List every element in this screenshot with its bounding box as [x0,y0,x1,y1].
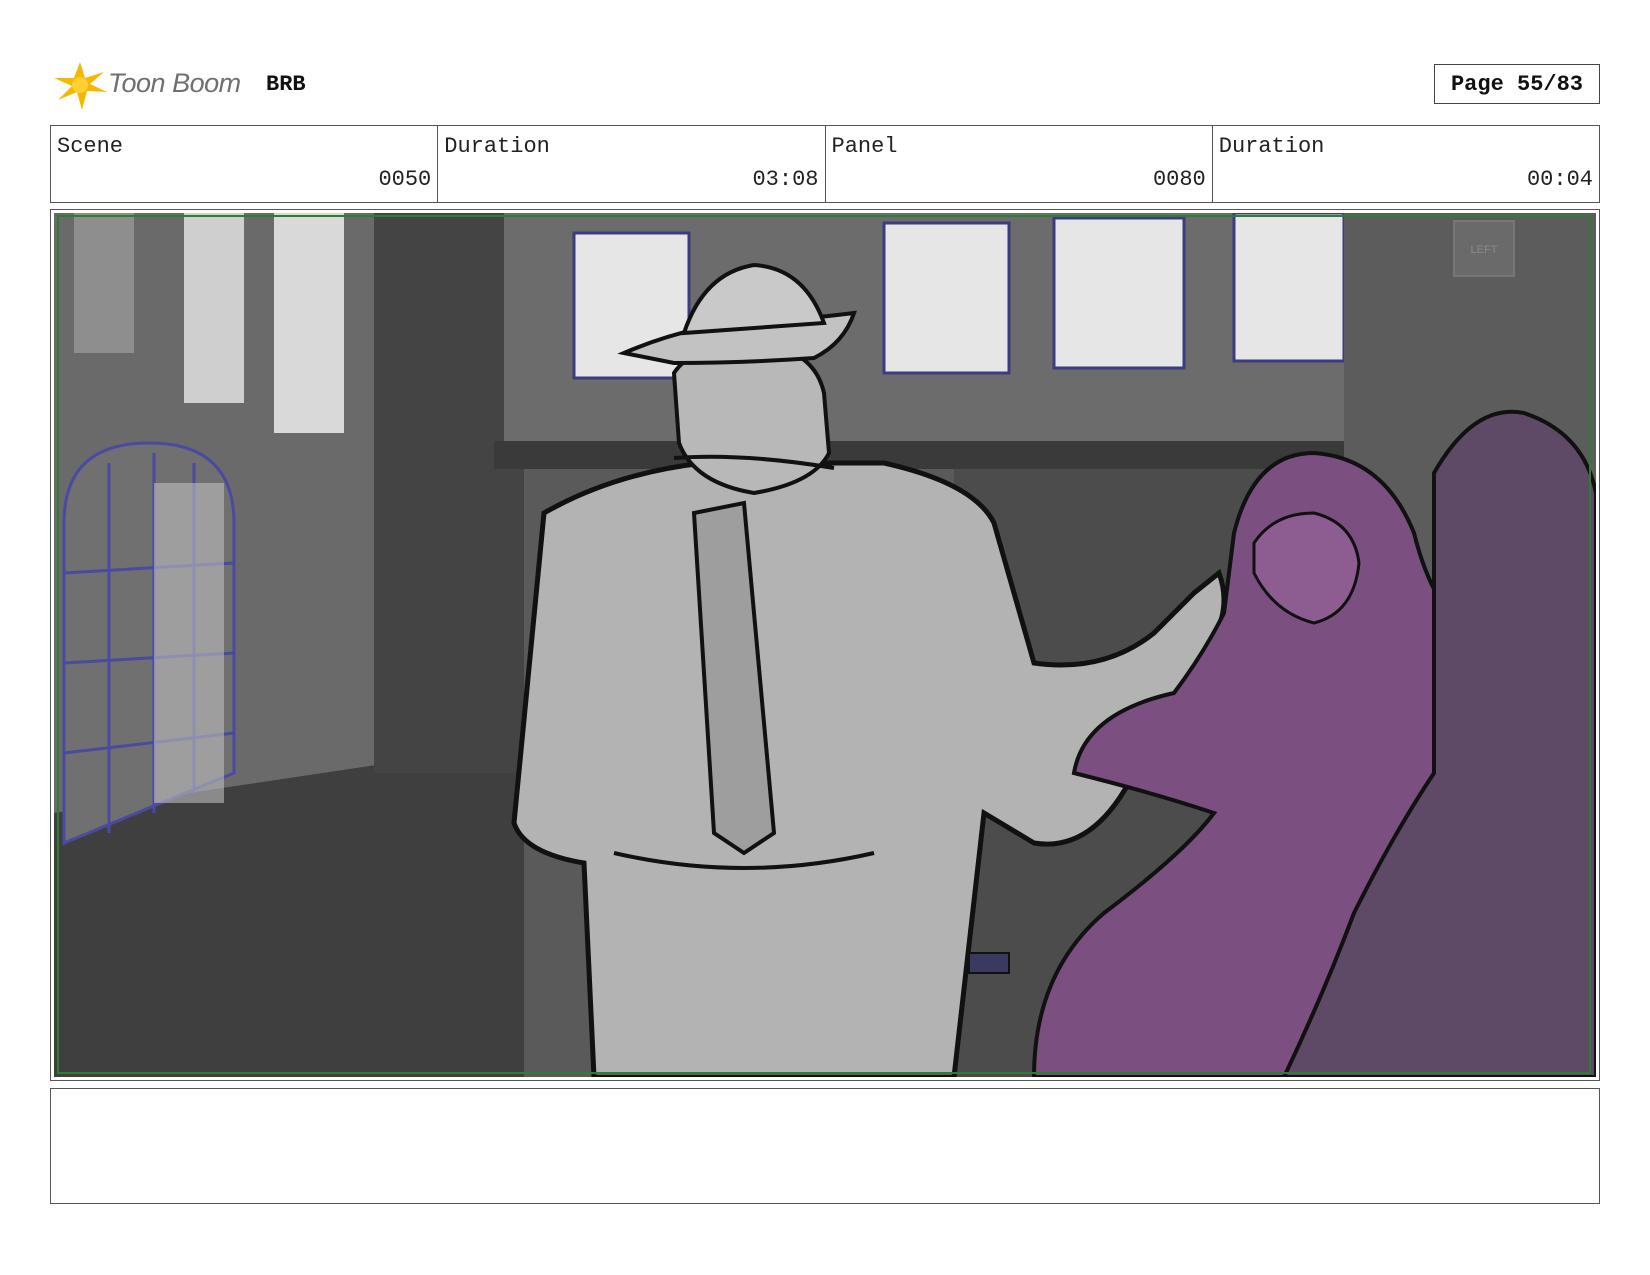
scene-duration-value: 03:08 [752,167,819,192]
panel-info-table: Scene 0050 Duration 03:08 Panel 0080 Dur… [50,125,1600,203]
panel-cell: Panel 0080 [824,126,1212,202]
panel-notes-box [50,1088,1600,1204]
stanchion-base [968,952,1010,974]
project-name: BRB [266,72,306,97]
scene-value: 0050 [378,167,432,192]
storyboard-panel-image: LEFT [54,213,1596,1077]
man-head [671,340,832,496]
starburst-icon [54,62,107,110]
window-light [154,483,224,803]
left-sign-text: LEFT [1471,244,1498,256]
panel-duration-value: 00:04 [1526,167,1593,192]
page-number: Page 55/83 [1434,64,1600,104]
toon-boom-logo: Toon Boom [52,58,252,112]
window-left-1 [74,213,134,353]
window-left-2 [184,213,244,403]
window-left-3 [274,213,344,433]
balcony-rail [494,441,1354,469]
back-window-3 [1052,216,1186,370]
scene-cell: Scene 0050 [51,126,437,202]
scene-duration-label: Duration [444,134,550,159]
panel-duration-cell: Duration 00:04 [1211,126,1599,202]
panel-label: Panel [831,134,898,159]
logo-text: Toon Boom [108,68,241,98]
doorway [374,213,524,773]
scene-duration-cell: Duration 03:08 [437,126,824,202]
panel-value: 0080 [1152,167,1206,192]
scene-label: Scene [57,134,124,159]
back-window-4 [1232,213,1346,363]
panel-duration-label: Duration [1218,134,1325,159]
back-window-2 [882,221,1011,375]
